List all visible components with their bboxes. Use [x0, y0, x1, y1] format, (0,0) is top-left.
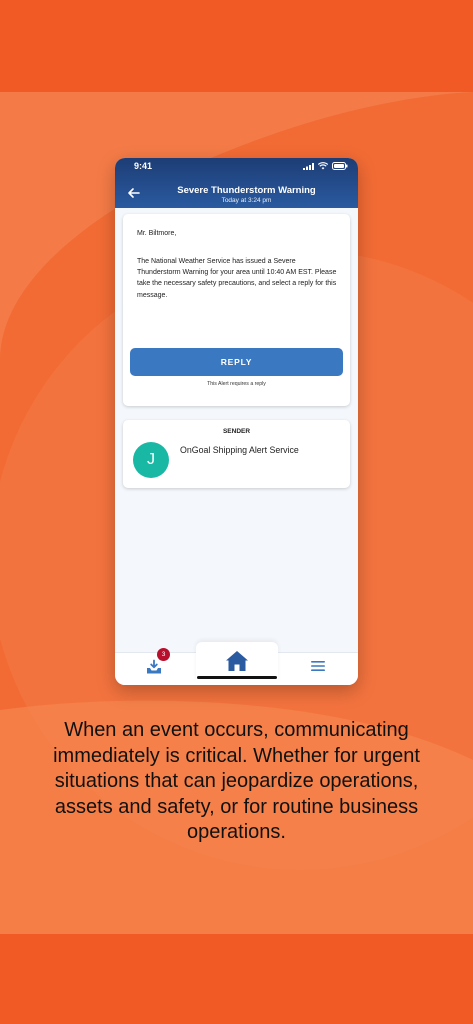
status-icons [303, 162, 348, 170]
signal-icon [303, 162, 314, 170]
inbox-badge: 3 [157, 648, 170, 661]
wifi-icon [318, 162, 328, 170]
alert-timestamp: Today at 3:24 pm [221, 197, 272, 204]
message-card: Mr. Biltmore, The National Weather Servi… [123, 214, 350, 406]
status-time: 9:41 [134, 161, 153, 171]
message-body: The National Weather Service has issued … [137, 258, 337, 299]
inbox-download-icon[interactable] [145, 658, 163, 676]
sender-avatar: J [133, 442, 169, 478]
reply-required-note: This Alert requires a reply [207, 381, 266, 387]
alert-title: Severe Thunderstorm Warning [177, 185, 316, 196]
alert-header: 9:41 Severe Thunderstorm Warning Today a… [115, 158, 358, 208]
sender-label: SENDER [222, 428, 251, 435]
message-greeting: Mr. Biltmore, [137, 230, 177, 237]
home-indicator [197, 676, 277, 679]
phone-screen: 9:41 Severe Thunderstorm Warning Today a… [115, 158, 358, 685]
home-icon[interactable] [225, 650, 249, 672]
sender-card: SENDER J OnGoal Shipping Alert Service [123, 420, 350, 488]
menu-icon[interactable] [311, 660, 325, 672]
promo-caption: When an event occurs, communicating imme… [53, 719, 420, 843]
reply-button[interactable]: REPLY [130, 348, 343, 376]
battery-icon [332, 162, 348, 170]
back-arrow-icon[interactable] [127, 186, 141, 200]
sender-name: OnGoal Shipping Alert Service [180, 445, 299, 455]
